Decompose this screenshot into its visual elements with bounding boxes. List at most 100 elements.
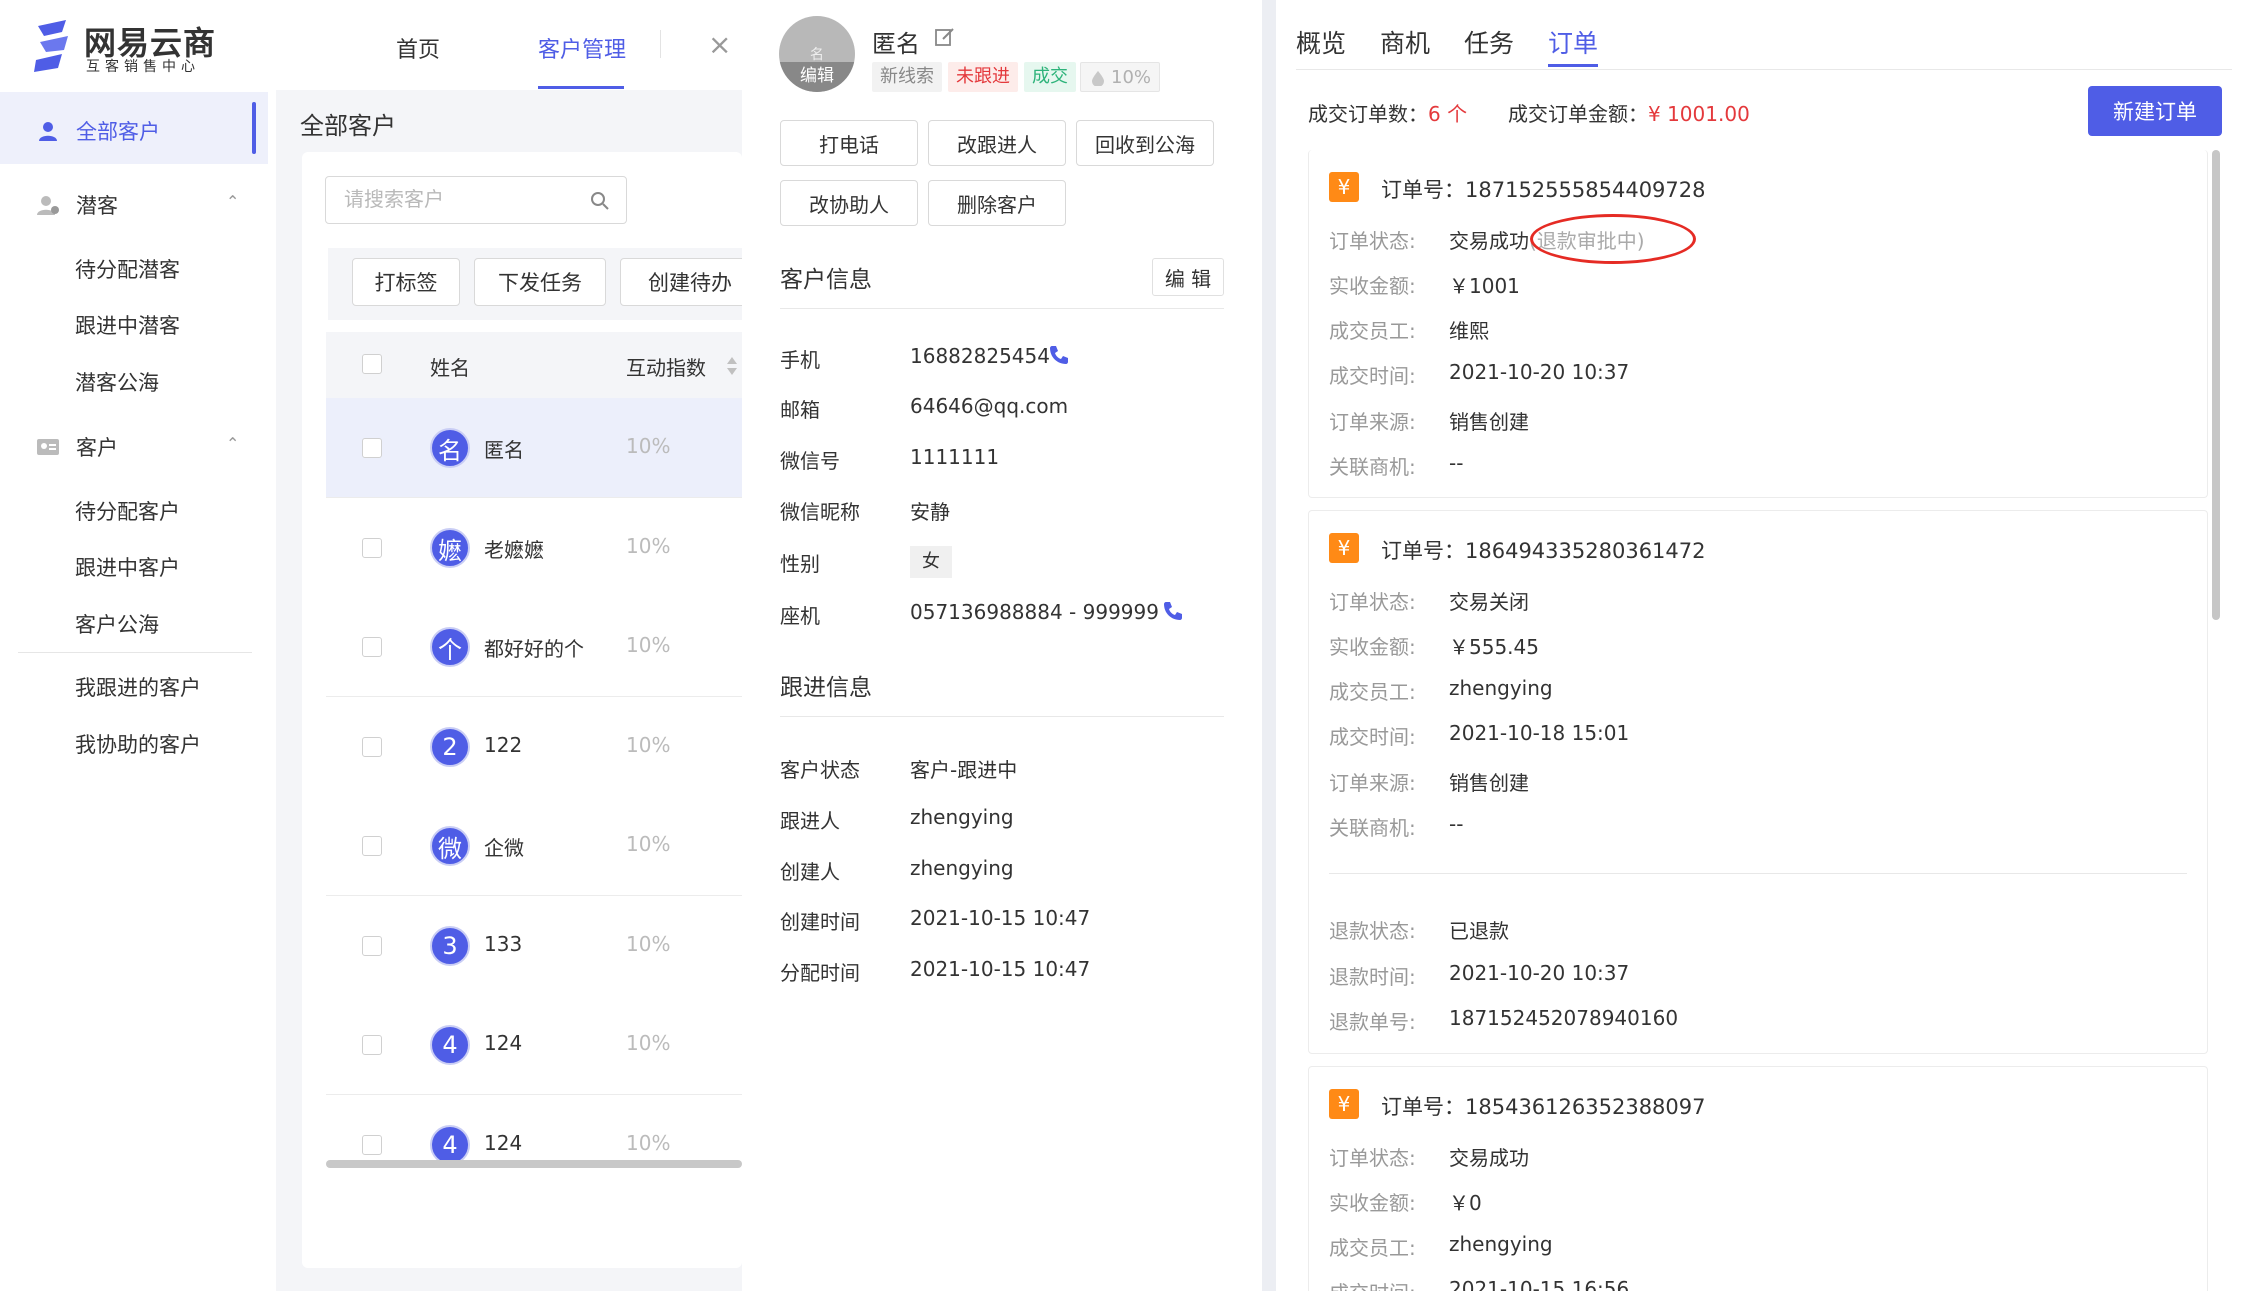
row-checkbox[interactable] (362, 637, 382, 657)
order-count-label: 成交订单数： (1308, 102, 1428, 126)
tabs-baseline (1296, 69, 2232, 70)
top-nav: 首页 客户管理 (276, 0, 696, 90)
sidebar-item-label: 潜客 (76, 194, 118, 218)
order-number-label: 订单号： (1381, 539, 1465, 563)
table-row[interactable]: 3 133 10% (326, 896, 742, 996)
sidebar-item-customer-following[interactable]: 跟进中客户 (75, 552, 180, 582)
field-value-gender: 女 (910, 546, 952, 578)
row-checkbox[interactable] (362, 936, 382, 956)
order-staff-value: zhengying (1449, 1232, 1553, 1256)
change-assistant-button[interactable]: 改协助人 (780, 180, 918, 226)
customer-name[interactable]: 匿名 (484, 434, 524, 463)
order-amount-value: ￥1001 (1449, 274, 1520, 298)
interaction-index: 10% (626, 932, 671, 956)
search-box[interactable] (325, 176, 627, 224)
phone-icon[interactable] (1048, 344, 1070, 366)
customer-name[interactable]: 122 (484, 733, 522, 757)
field-label: 微信昵称 (780, 500, 860, 524)
row-checkbox[interactable] (362, 836, 382, 856)
sidebar-item-customers[interactable]: 客户 (36, 432, 118, 462)
tag-button[interactable]: 打标签 (352, 258, 460, 306)
phone-icon[interactable] (1162, 600, 1184, 622)
create-todo-button[interactable]: 创建待办 (620, 258, 760, 306)
customer-name[interactable]: 133 (484, 932, 522, 956)
table-row[interactable]: 名 匿名 10% (326, 398, 742, 498)
sidebar-item-customer-unassigned[interactable]: 待分配客户 (75, 496, 180, 526)
sort-icon[interactable] (726, 356, 738, 376)
sidebar-item-my-following[interactable]: 我跟进的客户 (75, 672, 201, 702)
customer-name[interactable]: 124 (484, 1131, 522, 1155)
row-checkbox[interactable] (362, 438, 382, 458)
avatar-initial: 名 (810, 47, 824, 63)
order-card[interactable]: ¥ 订单号：186494335280361472 订单状态: 交易关闭 实收金额… (1308, 510, 2208, 1054)
field-label: 手机 (780, 348, 820, 372)
change-follower-button[interactable]: 改跟进人 (928, 120, 1066, 166)
table-row[interactable]: 个 都好好的个 10% (326, 597, 742, 697)
nav-tab-home[interactable]: 首页 (396, 32, 440, 64)
customer-name-title: 匿名 (872, 30, 920, 58)
avatar: 微 (430, 826, 470, 866)
delete-customer-button[interactable]: 删除客户 (928, 180, 1066, 226)
new-order-button[interactable]: 新建订单 (2088, 86, 2222, 136)
row-checkbox[interactable] (362, 1035, 382, 1055)
tab-opportunities[interactable]: 商机 (1380, 24, 1430, 60)
field-label: 创建人 (780, 860, 840, 884)
horizontal-scrollbar[interactable] (326, 1160, 742, 1168)
call-button[interactable]: 打电话 (780, 120, 918, 166)
column-header-name[interactable]: 姓名 (430, 352, 470, 381)
sidebar-item-leads[interactable]: 潜客 (36, 190, 118, 220)
edit-icon[interactable] (934, 26, 956, 48)
order-amount-label: 实收金额: (1329, 635, 1416, 659)
assign-task-button[interactable]: 下发任务 (474, 258, 606, 306)
sidebar-item-lead-following[interactable]: 跟进中潜客 (75, 310, 180, 340)
order-source-label: 订单来源: (1329, 410, 1416, 434)
table-row[interactable]: 2 122 10% (326, 697, 742, 797)
customer-name[interactable]: 都好好的个 (484, 633, 584, 662)
table-row[interactable]: 微 企微 10% (326, 796, 742, 896)
search-input[interactable] (344, 187, 584, 211)
customer-name[interactable]: 企微 (484, 832, 524, 861)
tab-orders[interactable]: 订单 (1548, 24, 1598, 60)
order-status-label: 订单状态: (1329, 229, 1416, 253)
select-all-checkbox[interactable] (362, 354, 382, 374)
customer-name[interactable]: 老嬷嬷 (484, 534, 544, 563)
order-status-text: 交易成功 (1449, 229, 1529, 253)
column-header-interaction[interactable]: 互动指数 (626, 352, 706, 381)
table-row[interactable]: 4 124 10% (326, 995, 742, 1095)
avatar: 名 (430, 428, 470, 468)
row-checkbox[interactable] (362, 737, 382, 757)
tab-overview[interactable]: 概览 (1296, 24, 1346, 60)
vertical-scrollbar[interactable] (2212, 150, 2220, 620)
customer-avatar[interactable]: 名 编辑 (779, 16, 855, 92)
recycle-to-pool-button[interactable]: 回收到公海 (1076, 120, 1214, 166)
order-staff-label: 成交员工: (1329, 319, 1416, 343)
close-icon[interactable]: × (708, 28, 731, 61)
search-icon[interactable] (590, 191, 610, 211)
row-checkbox[interactable] (362, 1135, 382, 1155)
sidebar-item-customer-pool[interactable]: 客户公海 (75, 609, 159, 639)
sidebar-item-lead-unassigned[interactable]: 待分配潜客 (75, 254, 180, 284)
tab-tasks[interactable]: 任务 (1464, 24, 1514, 60)
table-row[interactable]: 嬷 老嬷嬷 10% (326, 498, 742, 598)
sidebar-item-label: 客户 (76, 436, 118, 460)
nav-active-underline (538, 86, 624, 89)
refund-status-label: 退款状态: (1329, 919, 1416, 943)
chevron-up-icon[interactable]: ⌃ (226, 192, 239, 211)
nav-tab-customer-management[interactable]: 客户管理 (538, 32, 626, 64)
sidebar-item-all-customers[interactable]: 全部客户 (36, 116, 160, 146)
table-row[interactable]: 4 124 10% (326, 1095, 742, 1165)
avatar-edit-label[interactable]: 编辑 (779, 62, 855, 92)
order-number-value: 185436126352388097 (1465, 1095, 1706, 1119)
edit-info-button[interactable]: 编 辑 (1152, 258, 1224, 296)
order-card[interactable]: ¥ 订单号：185436126352388097 订单状态: 交易成功 实收金额… (1308, 1066, 2208, 1291)
row-checkbox[interactable] (362, 538, 382, 558)
interaction-index: 10% (626, 733, 671, 757)
customer-name[interactable]: 124 (484, 1031, 522, 1055)
sidebar-item-my-assisting[interactable]: 我协助的客户 (75, 729, 201, 759)
order-card[interactable]: ¥ 订单号：187152555854409728 订单状态: 交易成功(退款审批… (1308, 150, 2208, 498)
avatar: 嬷 (430, 528, 470, 568)
chevron-up-icon[interactable]: ⌃ (226, 434, 239, 453)
sidebar-item-lead-pool[interactable]: 潜客公海 (75, 367, 159, 397)
user-icon (39, 122, 57, 141)
refund-number-value: 187152452078940160 (1449, 1006, 1679, 1030)
